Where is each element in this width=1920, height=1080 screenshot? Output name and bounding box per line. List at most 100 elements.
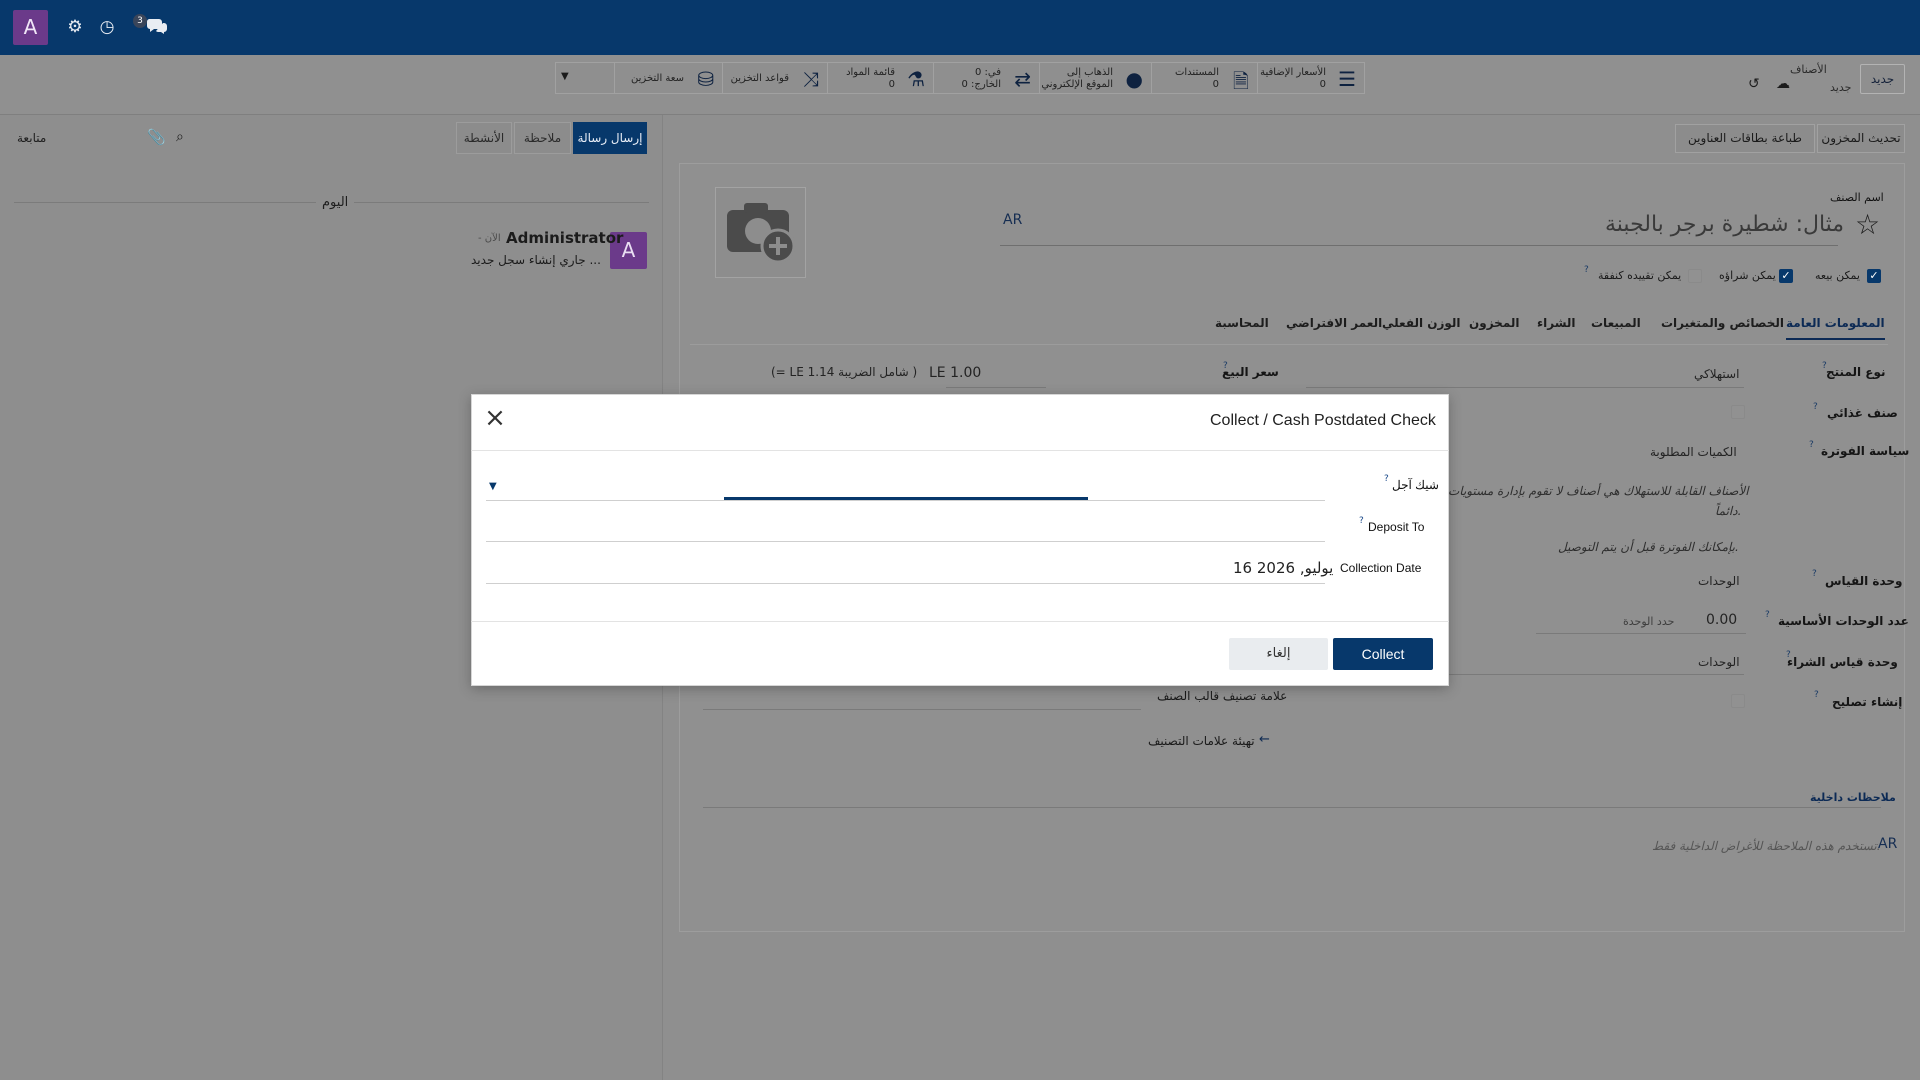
internal-notes-language-tag[interactable]: AR (1878, 836, 1897, 852)
uom-value[interactable]: الوحدات (1698, 574, 1740, 588)
create-repair-checkbox[interactable] (1731, 694, 1745, 708)
undo-icon[interactable]: ↺ (1748, 76, 1760, 92)
product-type-label: نوع المنتج (1826, 365, 1886, 379)
list-icon: ☰ (1338, 67, 1356, 91)
update-quantity-button[interactable]: تحديث المخزون (1817, 124, 1905, 153)
sales-price-underline (946, 387, 1046, 388)
breadcrumb-parent[interactable]: الأصناف (1790, 63, 1827, 76)
chevron-down-icon[interactable]: ▼ (489, 481, 497, 492)
tab-accounting[interactable]: المحاسبة (1215, 316, 1269, 330)
paperclip-icon[interactable]: 📎 (147, 128, 166, 146)
smart-button-bom[interactable]: ⚗ قائمة المواد 0 (827, 63, 933, 93)
invoice-help-text: بإمكانك الفوترة قبل أن يتم التوصيل. (1558, 540, 1739, 554)
can-be-purchased-checkbox[interactable]: ✓ (1779, 269, 1793, 283)
tab-physical-weight[interactable]: الوزن الفعلي (1382, 316, 1461, 330)
product-name-label: اسم الصنف (1830, 191, 1884, 204)
collection-date-input[interactable]: 16 يوليو, 2026 (1233, 559, 1333, 577)
new-button[interactable]: جديد (1860, 64, 1905, 94)
help-icon[interactable]: ? (1786, 650, 1791, 660)
help-icon[interactable]: ? (1359, 516, 1364, 526)
tab-attributes-variants[interactable]: الخصائص والمتغيرات (1661, 316, 1784, 330)
collect-button[interactable]: Collect (1333, 638, 1433, 670)
food-product-checkbox[interactable] (1731, 405, 1745, 419)
can-be-sold-label: يمكن بيعه (1815, 269, 1860, 282)
help-icon[interactable]: ? (1822, 361, 1827, 371)
collection-date-underline (486, 583, 1325, 584)
tab-sales[interactable]: المبيعات (1591, 316, 1641, 330)
sales-price-value[interactable]: LE 1.00 (929, 365, 981, 381)
print-labels-button[interactable]: طباعة بطاقات العناوين (1675, 124, 1815, 153)
send-message-button[interactable]: إرسال رسالة (573, 122, 647, 154)
product-type-value[interactable]: استهلاكي (1694, 367, 1739, 381)
help-icon[interactable]: ? (1814, 690, 1819, 700)
help-icon[interactable]: ? (1765, 610, 1770, 620)
sales-price-tax-included: (= LE 1.14 شامل الضريبة ) (771, 365, 918, 379)
configure-tags-link[interactable]: تهيئة علامات التصنيف (1148, 734, 1255, 748)
invoice-policy-value[interactable]: الكميات المطلوبة (1650, 445, 1737, 459)
tabs-divider (690, 344, 1888, 345)
close-icon[interactable]: × (483, 405, 507, 431)
favorite-star-icon[interactable]: ☆ (1855, 208, 1880, 241)
activities-button[interactable]: الأنشطة (456, 122, 512, 154)
deposit-to-select[interactable] (486, 541, 1325, 542)
follow-button[interactable]: متابعة (17, 131, 46, 145)
clock-icon[interactable]: ◷ (96, 16, 118, 38)
help-icon[interactable]: ? (1384, 474, 1389, 484)
postdated-check-label: شيك آجل (1392, 478, 1439, 492)
help-icon[interactable]: ? (1223, 361, 1228, 371)
smart-button-in-out[interactable]: ⇄ في: 0 الخارج: 0 (933, 63, 1039, 93)
can-be-sold-checkbox[interactable]: ✓ (1867, 269, 1881, 283)
gears-icon[interactable]: ⚙ (64, 16, 86, 38)
tab-purchase[interactable]: الشراء (1537, 316, 1576, 330)
postdated-check-select[interactable] (486, 500, 1325, 501)
base-units-value[interactable]: 0.00 (1706, 612, 1737, 628)
template-tags-underline (703, 709, 1141, 710)
invoice-policy-label: سياسة الفوترة (1821, 444, 1910, 458)
message-time: - الآن (478, 233, 501, 244)
cubes-icon: ⛁ (697, 67, 714, 91)
base-units-unit-placeholder[interactable]: حدد الوحدة (1623, 615, 1674, 628)
chat-icon[interactable] (146, 16, 168, 38)
purchase-uom-label: وحدة قياس الشراء (1787, 655, 1898, 669)
cloud-upload-icon[interactable]: ☁ (1776, 76, 1790, 92)
log-note-button[interactable]: ملاحظة (514, 122, 571, 154)
collection-date-label: Collection Date (1340, 561, 1422, 575)
product-image-upload[interactable] (715, 187, 806, 278)
can-be-expensed-label: يمكن تقييده كنفقة (1598, 269, 1682, 282)
smart-button-documents[interactable]: 🗎 المستندات 0 (1151, 63, 1257, 93)
search-icon[interactable]: ⌕ (176, 129, 184, 145)
purchase-uom-value[interactable]: الوحدات (1698, 655, 1740, 669)
smart-button-website[interactable]: ● الذهاب إلى الموقع الإلكتروني (1039, 63, 1151, 93)
dialog-title: Collect / Cash Postdated Check (1210, 412, 1436, 429)
today-label: اليوم (316, 195, 355, 210)
top-navbar (0, 0, 1920, 55)
tab-inventory[interactable]: المخزون (1469, 316, 1519, 330)
internal-notes-divider (703, 807, 1881, 808)
sales-price-label: سعر البيع (1222, 365, 1279, 379)
help-icon[interactable]: ? (1584, 265, 1589, 275)
help-icon[interactable]: ? (1812, 569, 1817, 579)
help-icon[interactable]: ? (1809, 440, 1814, 450)
template-tags-label: علامة تصنيف قالب الصنف (1157, 689, 1288, 703)
base-units-underline (1536, 633, 1746, 634)
cancel-button[interactable]: إلغاء (1229, 638, 1328, 670)
help-icon[interactable]: ? (1813, 402, 1818, 412)
camera-plus-icon (727, 203, 796, 264)
message-body: جاري إنشاء سجل جديد ... (471, 253, 601, 267)
tab-shelf-life[interactable]: العمر الافتراضي (1286, 316, 1382, 330)
message-author[interactable]: Administrator (506, 229, 623, 247)
create-repair-label: إنشاء تصليح (1832, 695, 1903, 709)
user-avatar[interactable]: A (13, 10, 48, 45)
product-name-placeholder: مثال: شطيرة برجر بالجبنة (1605, 212, 1845, 237)
internal-notes-placeholder[interactable]: تستخدم هذه الملاحظة للأغراض الداخلية فقط… (1652, 839, 1881, 853)
internal-notes-label: ملاحظات داخلية (1810, 791, 1896, 804)
smart-button-extra-prices[interactable]: ☰ الأسعار الإضافية 0 (1257, 63, 1364, 93)
tab-general-information[interactable]: المعلومات العامة (1786, 316, 1885, 340)
deposit-to-label: Deposit To (1368, 520, 1425, 534)
language-tag[interactable]: AR (1003, 212, 1022, 228)
can-be-expensed-checkbox[interactable] (1688, 269, 1702, 283)
more-dropdown-icon[interactable]: ▼ (561, 71, 569, 82)
smart-button-putaway-rules[interactable]: ⤨ قواعد التخزين (722, 63, 827, 93)
arrow-left-icon: ← (1259, 732, 1270, 747)
smart-button-storage-capacity[interactable]: ⛁ سعة التخزين (614, 63, 722, 93)
